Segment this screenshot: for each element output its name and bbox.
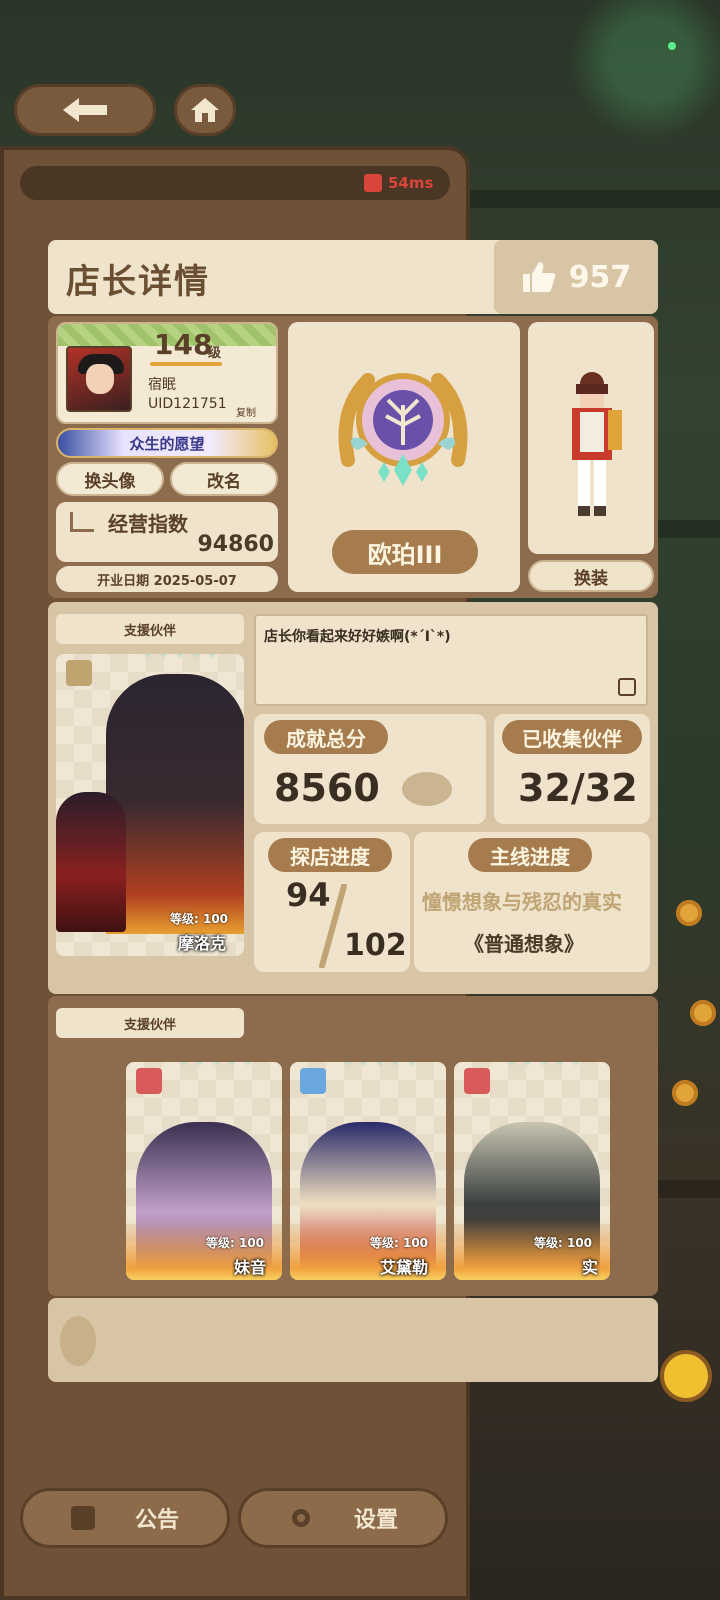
home-button[interactable]	[174, 84, 236, 136]
change-avatar-button[interactable]: 换头像	[56, 462, 164, 496]
achievement-value: 8560	[274, 766, 380, 810]
background-flower	[672, 1080, 698, 1106]
level-unit: 级	[208, 346, 222, 361]
partner-portrait	[106, 674, 244, 934]
collection-value: 32/32	[518, 766, 638, 810]
arrow-left-icon	[63, 98, 107, 122]
partner-name: 艾黛勒	[380, 1258, 429, 1277]
character-sprite	[572, 372, 622, 516]
partner-level: 等级: 100	[170, 912, 229, 926]
home-icon	[191, 98, 219, 122]
achievement-card: 成就总分 8560	[254, 714, 486, 824]
partner-name: 实	[582, 1258, 599, 1277]
empty-slot	[48, 1298, 658, 1382]
avatar[interactable]	[66, 346, 132, 412]
story-label: 主线进度	[468, 838, 592, 872]
settings-label: 设置	[353, 1508, 398, 1533]
profile-section: 148 级 宿眠 UID121751 复制 众生的愿望 换头像 改名 经营指数 …	[48, 316, 658, 598]
rename-button[interactable]: 改名	[170, 462, 278, 496]
player-name: 宿眠	[148, 377, 176, 393]
signal-icon	[364, 174, 382, 192]
title-badge-text: 众生的愿望	[129, 434, 205, 453]
title-badge[interactable]: 众生的愿望	[56, 428, 278, 458]
network-ping: 54ms	[364, 174, 433, 192]
business-index-value: 94860	[197, 532, 274, 557]
coffee-bean-icon	[402, 772, 452, 806]
shop-message: 店长你看起来好好嫉啊(*´Ι`*)	[264, 629, 451, 645]
support-partners-section: 支援伙伴 ✦✦✦✦✦ 等级: 100 妹音 ✦✦✦✦✦ 等级: 100 艾黛勒 …	[48, 996, 658, 1296]
partner-level: 等级: 100	[370, 1236, 429, 1250]
panel-header: 店长详情 957	[48, 240, 658, 314]
background-flower	[690, 1000, 716, 1026]
chef-element-icon	[464, 1068, 490, 1094]
explore-card: 探店进度 94 102	[254, 832, 410, 972]
partner-level: 等级: 100	[206, 1236, 265, 1250]
business-index-card: 经营指数 94860	[56, 502, 278, 562]
character-sprite-card	[528, 322, 654, 554]
like-count: 957	[568, 259, 632, 295]
thumbs-up-icon	[522, 262, 556, 292]
story-card: 主线进度 憧憬想象与残忍的真实 《普通想象》	[414, 832, 650, 972]
main-partner-label: 支援伙伴	[56, 614, 244, 644]
partner-name: 妹音	[234, 1258, 267, 1277]
support-partner-card[interactable]: ✦✦✦✦✦ 等级: 100 妹音	[126, 1062, 282, 1280]
shopkeeper-detail-panel: 店长详情 957 148 级 宿眠 UID121751 复制 众生的愿望 换头像…	[48, 240, 658, 1382]
main-partner-card[interactable]: ✦✦✦✦✦ 等级: 100 摩洛克	[56, 654, 244, 956]
story-chapter: 憧憬想象与残忍的真实	[422, 890, 622, 914]
story-difficulty: 《普通想象》	[464, 932, 584, 956]
achievement-label: 成就总分	[264, 720, 388, 754]
rank-label: 欧珀III	[332, 530, 478, 574]
rank-card[interactable]: 欧珀III	[288, 322, 520, 592]
partner-stars: ✦✦✦✦✦	[340, 1062, 420, 1071]
settings-button[interactable]: 设置	[238, 1488, 448, 1548]
explore-label: 探店进度	[268, 838, 392, 872]
chart-icon	[70, 512, 94, 532]
briefcase-icon	[70, 1506, 95, 1530]
partner-level: 等级: 100	[534, 1236, 593, 1250]
copy-uid-button[interactable]: 复制	[236, 404, 256, 419]
gear-icon	[291, 1509, 310, 1527]
change-outfit-label: 换装	[574, 568, 608, 589]
back-button[interactable]	[14, 84, 156, 136]
support-partner-card[interactable]: ✦✦✦✦✦ 等级: 100 艾黛勒	[290, 1062, 446, 1280]
shop-message-box: 店长你看起来好好嫉啊(*´Ι`*)	[254, 614, 648, 706]
sound-element-icon	[66, 660, 92, 686]
partner-stars: ✦✦✦✦✦	[140, 654, 220, 663]
copy-label: 复制	[236, 408, 256, 419]
player-uid: UID121751	[148, 396, 227, 412]
smiley-icon[interactable]	[660, 1350, 712, 1402]
edit-icon[interactable]	[618, 678, 636, 696]
change-outfit-button[interactable]: 换装	[528, 560, 654, 592]
like-button[interactable]: 957	[494, 240, 658, 314]
support-partner-card[interactable]: ✦✦✦✦✦ 等级: 100 实	[454, 1062, 610, 1280]
profile-card: 148 级 宿眠 UID121751 复制	[56, 322, 278, 424]
level-underline	[150, 362, 222, 366]
page-title: 店长详情	[66, 262, 210, 302]
change-avatar-label: 换头像	[84, 471, 136, 492]
partner-stars: ✦✦✦✦✦	[504, 1062, 584, 1071]
background-flower	[676, 900, 702, 926]
notice-button[interactable]: 公告	[20, 1488, 230, 1548]
rename-label: 改名	[207, 471, 241, 492]
support-partners-label: 支援伙伴	[56, 1008, 244, 1038]
explore-total: 102	[344, 928, 407, 963]
rank-emblem-icon	[338, 373, 468, 486]
coffee-bean-icon	[60, 1316, 96, 1366]
chef-element-icon	[136, 1068, 162, 1094]
collection-card: 已收集伙伴 32/32	[494, 714, 650, 824]
stats-section: 支援伙伴 ✦✦✦✦✦ 等级: 100 摩洛克 店长你看起来好好嫉啊(*´Ι`*)…	[48, 602, 658, 994]
partner-name: 摩洛克	[178, 934, 227, 953]
notice-label: 公告	[134, 1508, 179, 1533]
collection-label: 已收集伙伴	[502, 720, 642, 754]
open-date: 开业日期 2025-05-07	[56, 566, 278, 592]
background-shelf	[460, 190, 720, 208]
ping-text: 54ms	[388, 174, 434, 192]
partner-sprite	[56, 792, 126, 932]
background-light	[668, 42, 676, 50]
business-index-label: 经营指数	[108, 512, 188, 536]
partner-stars: ✦✦✦✦✦	[176, 1062, 256, 1071]
ribbon-element-icon	[300, 1068, 326, 1094]
player-level: 148	[154, 328, 213, 361]
